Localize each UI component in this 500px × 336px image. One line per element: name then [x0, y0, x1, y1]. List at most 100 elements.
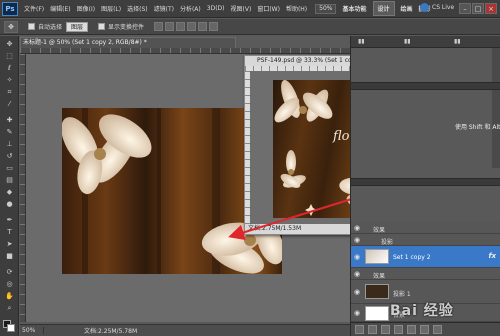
- eye-icon[interactable]: ◉: [354, 288, 362, 296]
- align-middle-icon[interactable]: [165, 22, 175, 31]
- move-tool-icon[interactable]: ✥: [4, 40, 15, 49]
- blur-tool-icon[interactable]: ◆: [4, 188, 15, 197]
- add-style-icon[interactable]: [368, 325, 377, 334]
- eye-icon[interactable]: ◉: [354, 309, 362, 317]
- adjustment-layer-icon[interactable]: [394, 325, 403, 334]
- watermark: Bai 经验: [390, 303, 454, 319]
- clone-stamp-icon[interactable]: ⊥: [4, 140, 15, 149]
- path-select-icon[interactable]: ➤: [4, 240, 15, 249]
- align-left-icon[interactable]: [187, 22, 197, 31]
- brush-tool-icon[interactable]: ✎: [4, 128, 15, 137]
- pen-tool-icon[interactable]: ✒: [4, 216, 15, 225]
- menu-help[interactable]: 帮助(H): [286, 4, 307, 13]
- cs-live-label: CS Live: [432, 4, 455, 11]
- layer-shadow-row[interactable]: ◉ 投影: [351, 234, 500, 246]
- healing-brush-icon[interactable]: ✚: [4, 116, 15, 125]
- menu-3d[interactable]: 3D(D): [207, 5, 225, 12]
- panel-tab-1[interactable]: ▮▮: [355, 38, 368, 47]
- shape-tool-icon[interactable]: ■: [4, 252, 15, 261]
- close-button[interactable]: ×: [485, 3, 497, 14]
- workspace-painting[interactable]: 绘画: [401, 4, 413, 13]
- marquee-tool-icon[interactable]: ⬚: [4, 52, 15, 61]
- auto-select-checkbox[interactable]: [28, 23, 35, 30]
- menu-filter[interactable]: 滤镜(T): [154, 4, 174, 13]
- preview-flower-tiny: [305, 204, 317, 216]
- workspace-essentials[interactable]: 基本功能: [342, 4, 366, 13]
- document-tab[interactable]: 未标题-1 @ 50% (Set 1 copy 2, RGB/8#) *: [20, 37, 236, 48]
- lasso-tool-icon[interactable]: ℓ: [4, 64, 15, 73]
- minimize-button[interactable]: –: [459, 3, 471, 14]
- delete-layer-icon[interactable]: [433, 325, 442, 334]
- show-transform-label: 显示变换控件: [108, 24, 145, 31]
- status-zoom[interactable]: 50%: [20, 327, 44, 334]
- menu-file[interactable]: 文件(F): [24, 4, 44, 13]
- main-status-bar: 50% 文档:2.25M/5.78M: [20, 324, 350, 336]
- menu-select[interactable]: 选择(S): [127, 4, 148, 13]
- history-brush-icon[interactable]: ↺: [4, 152, 15, 161]
- crop-tool-icon[interactable]: ⌗: [4, 88, 15, 97]
- workspace-design[interactable]: 设计: [372, 1, 395, 16]
- zoom-tool-icon[interactable]: ⌕: [4, 304, 15, 313]
- 3d-orbit-icon[interactable]: ◎: [4, 280, 15, 289]
- maximize-button[interactable]: □: [472, 3, 484, 14]
- menu-view[interactable]: 视图(V): [231, 4, 252, 13]
- align-right-icon[interactable]: [209, 22, 219, 31]
- float-vertical-ruler: [245, 71, 250, 224]
- panel-hint-text: 使用 Shift 和 Alt: [455, 124, 500, 131]
- layer-thumbnail: [365, 306, 389, 321]
- dodge-tool-icon[interactable]: ●: [4, 200, 15, 209]
- auto-select-label: 自动选择: [38, 24, 63, 31]
- new-layer-icon[interactable]: [420, 325, 429, 334]
- align-center-icon[interactable]: [198, 22, 208, 31]
- align-bottom-icon[interactable]: [176, 22, 186, 31]
- eraser-icon[interactable]: ▭: [4, 164, 15, 173]
- eye-icon[interactable]: ◉: [354, 270, 362, 278]
- toolbox: ✥ ⬚ ℓ ✧ ⌗ ⁄ ✚ ✎ ⊥ ↺ ▭ ▤ ◆ ● ✒ T ➤ ■ ⟳ ◎ …: [0, 36, 19, 336]
- photoshop-logo: Ps: [2, 1, 18, 16]
- fx-icon[interactable]: fx: [488, 252, 496, 260]
- menu-layer[interactable]: 图层(L): [101, 4, 121, 13]
- panel-tab-3[interactable]: ▮▮: [451, 38, 464, 47]
- eye-icon[interactable]: ◉: [354, 236, 362, 244]
- move-tool-icon[interactable]: ✥: [4, 20, 18, 33]
- panel-divider-2: [351, 178, 500, 186]
- window-controls: – □ ×: [458, 3, 497, 14]
- type-tool-icon[interactable]: T: [4, 228, 15, 237]
- options-bar: ✥ 自动选择 图层 显示变换控件: [0, 19, 500, 35]
- right-panel: ▮▮ ▮▮ ▮▮ 使用 Shift 和 Alt ◉ 效果 ◉ 投影 ◉ Set …: [350, 36, 500, 336]
- panel-tabs: ▮▮ ▮▮ ▮▮: [351, 36, 500, 48]
- panel-divider-1: [351, 82, 500, 90]
- cs-live-icon: [420, 3, 429, 12]
- menu-image[interactable]: 图像(I): [77, 4, 95, 13]
- menu-window[interactable]: 窗口(W): [257, 4, 280, 13]
- layer-selected-row[interactable]: ◉ Set 1 copy 2 fx: [351, 246, 500, 268]
- menu-analysis[interactable]: 分析(A): [180, 4, 201, 13]
- panel-icon-strip: [492, 48, 500, 168]
- auto-select-dropdown[interactable]: 图层: [66, 21, 89, 32]
- layers-panel-footer: [351, 322, 500, 336]
- menu-edit[interactable]: 编辑(E): [50, 4, 70, 13]
- eyedropper-icon[interactable]: ⁄: [4, 100, 15, 109]
- cs-live-button[interactable]: CS Live: [420, 3, 454, 12]
- layer-effects-row[interactable]: ◉ 效果: [351, 222, 500, 234]
- magic-wand-icon[interactable]: ✧: [4, 76, 15, 85]
- background-color[interactable]: [7, 324, 15, 332]
- preview-flower-top: [274, 80, 333, 123]
- panel-tab-2[interactable]: ▮▮: [401, 38, 414, 47]
- preview-flower-left: [280, 150, 306, 188]
- status-doc-size: 文档:2.25M/5.78M: [84, 328, 138, 335]
- zoom-level-select[interactable]: 50%: [315, 3, 337, 14]
- eye-icon[interactable]: ◉: [354, 253, 362, 261]
- layer-effects-row-2[interactable]: ◉ 效果: [351, 268, 500, 280]
- eye-icon[interactable]: ◉: [354, 224, 362, 232]
- hand-tool-icon[interactable]: ✋: [4, 292, 15, 301]
- flower-top-left: [62, 114, 152, 195]
- link-layers-icon[interactable]: [355, 325, 364, 334]
- 3d-rotate-icon[interactable]: ⟳: [4, 268, 15, 277]
- new-group-icon[interactable]: [407, 325, 416, 334]
- show-transform-checkbox[interactable]: [98, 23, 106, 30]
- layer-thumbnail: [365, 249, 389, 264]
- add-mask-icon[interactable]: [381, 325, 390, 334]
- align-top-icon[interactable]: [154, 22, 164, 31]
- gradient-icon[interactable]: ▤: [4, 176, 15, 185]
